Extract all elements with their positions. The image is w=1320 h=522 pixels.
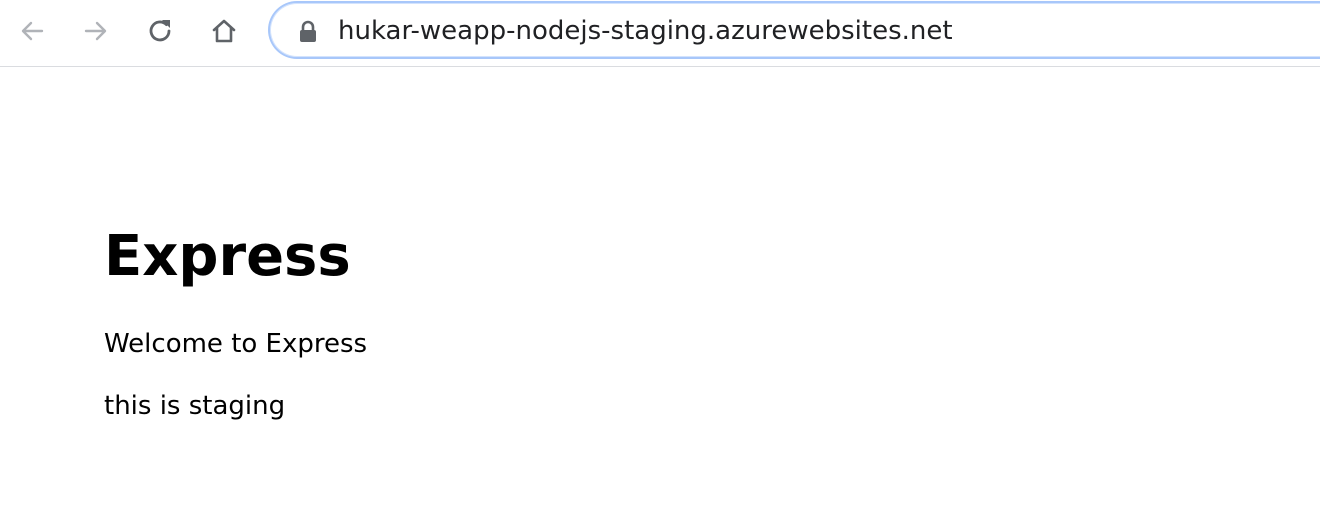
browser-toolbar: hukar-weapp-nodejs-staging.azurewebsites… (0, 0, 1320, 67)
back-button[interactable] (10, 9, 54, 53)
lock-icon (300, 20, 316, 42)
reload-icon (149, 20, 171, 42)
forward-arrow-icon (84, 21, 107, 41)
address-bar[interactable]: hukar-weapp-nodejs-staging.azurewebsites… (268, 1, 1320, 59)
forward-button[interactable] (74, 9, 118, 53)
reload-button[interactable] (138, 9, 182, 53)
welcome-text: Welcome to Express (104, 329, 368, 359)
page-title: Express (104, 224, 351, 289)
back-arrow-icon (21, 21, 44, 41)
url-text[interactable]: hukar-weapp-nodejs-staging.azurewebsites… (338, 16, 953, 46)
staging-text: this is staging (104, 391, 286, 421)
home-button[interactable] (202, 9, 246, 53)
home-icon (212, 19, 236, 43)
